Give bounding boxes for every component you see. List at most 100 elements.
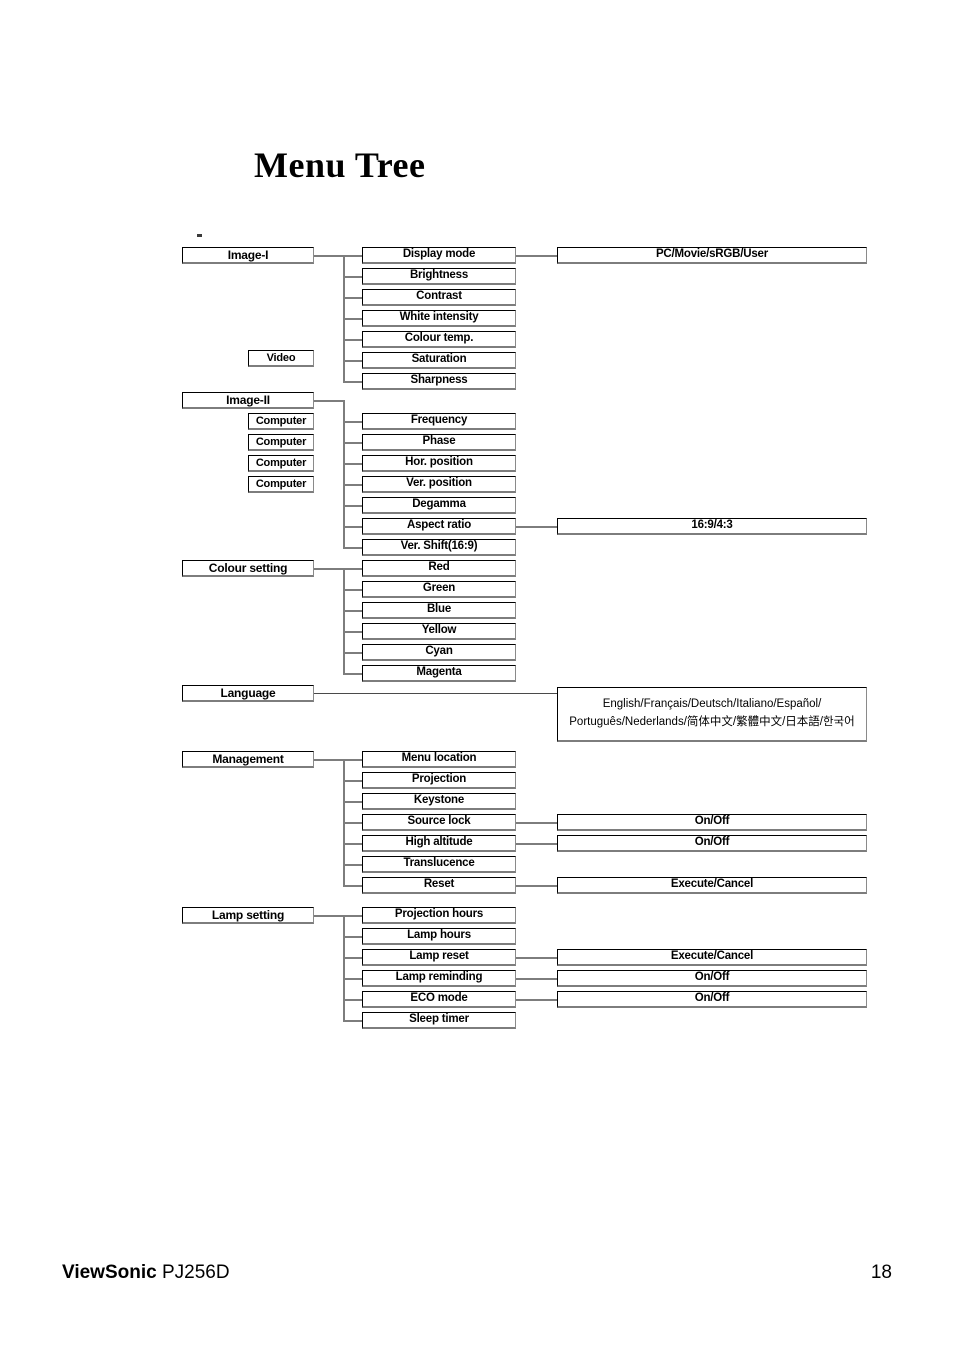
menu-item-eco-mode[interactable]: ECO mode bbox=[362, 991, 516, 1008]
connector-eco-mode-value bbox=[516, 999, 557, 1001]
connector-image-i-branch bbox=[343, 339, 362, 341]
menu-item-saturation[interactable]: Saturation bbox=[362, 352, 516, 369]
value-aspect-ratio-options[interactable]: 16:9/4:3 bbox=[557, 518, 867, 535]
connector-management-branch bbox=[343, 759, 362, 761]
node-language[interactable]: Language bbox=[182, 685, 314, 702]
connector-aspect-ratio-value bbox=[516, 526, 557, 528]
connector-lamp-setting-trunk bbox=[314, 915, 343, 917]
menu-item-ver-shift[interactable]: Ver. Shift(16:9) bbox=[362, 539, 516, 556]
connector-high-altitude-value bbox=[516, 843, 557, 845]
connector-colour-setting-branch bbox=[343, 589, 362, 591]
connector-colour-setting-branch bbox=[343, 631, 362, 633]
connector-image-ii-branch bbox=[343, 526, 362, 528]
connector-lamp-setting-branch bbox=[343, 978, 362, 980]
footer-brand-name: ViewSonic bbox=[62, 1262, 157, 1283]
menu-item-lamp-reminding[interactable]: Lamp reminding bbox=[362, 970, 516, 987]
connector-image-ii-branch bbox=[343, 421, 362, 423]
connector-management-branch bbox=[343, 843, 362, 845]
menu-item-projection[interactable]: Projection bbox=[362, 772, 516, 789]
value-lamp-reminding-options[interactable]: On/Off bbox=[557, 970, 867, 987]
connector-colour-setting-branch bbox=[343, 673, 362, 675]
node-image-i-source-video[interactable]: Video bbox=[248, 350, 314, 367]
connector-management-branch bbox=[343, 885, 362, 887]
connector-image-ii-branch bbox=[343, 484, 362, 486]
value-source-lock-options[interactable]: On/Off bbox=[557, 814, 867, 831]
node-lamp-setting[interactable]: Lamp setting bbox=[182, 907, 314, 924]
connector-lamp-setting-spine bbox=[343, 915, 345, 1020]
value-language-options[interactable]: English/Français/Deutsch/Italiano/Españo… bbox=[557, 687, 867, 742]
menu-item-colour-temp[interactable]: Colour temp. bbox=[362, 331, 516, 348]
menu-item-ver-position[interactable]: Ver. position bbox=[362, 476, 516, 493]
menu-item-white-intensity[interactable]: White intensity bbox=[362, 310, 516, 327]
connector-image-i-branch bbox=[343, 381, 362, 383]
connector-lamp-setting-branch bbox=[343, 1020, 362, 1022]
connector-image-ii-branch bbox=[343, 463, 362, 465]
connector-display-mode-value bbox=[516, 255, 557, 257]
connector-image-ii-branch bbox=[343, 547, 362, 549]
footer-model: PJ256D bbox=[161, 1262, 230, 1283]
value-reset-options[interactable]: Execute/Cancel bbox=[557, 877, 867, 894]
connector-image-i-branch bbox=[343, 360, 362, 362]
node-image-ii-source-computer-4[interactable]: Computer bbox=[248, 476, 314, 493]
connector-image-i-branch bbox=[343, 318, 362, 320]
menu-item-hor-position[interactable]: Hor. position bbox=[362, 455, 516, 472]
connector-lamp-setting-branch bbox=[343, 915, 362, 917]
connector-management-branch bbox=[343, 864, 362, 866]
connector-lamp-reset-value bbox=[516, 957, 557, 959]
value-lamp-reset-options[interactable]: Execute/Cancel bbox=[557, 949, 867, 966]
node-image-i[interactable]: Image-I bbox=[182, 247, 314, 264]
node-management[interactable]: Management bbox=[182, 751, 314, 768]
menu-item-red[interactable]: Red bbox=[362, 560, 516, 577]
language-line-2: Português/Nederlands/简体中文/繁體中文/日本語/한국어 bbox=[569, 716, 855, 728]
node-colour-setting[interactable]: Colour setting bbox=[182, 560, 314, 577]
connector-source-lock-value bbox=[516, 822, 557, 824]
connector-management-trunk bbox=[314, 759, 343, 761]
menu-item-reset[interactable]: Reset bbox=[362, 877, 516, 894]
connector-management-branch bbox=[343, 780, 362, 782]
menu-item-projection-hours[interactable]: Projection hours bbox=[362, 907, 516, 924]
connector-colour-setting-trunk bbox=[314, 568, 343, 570]
menu-item-lamp-reset[interactable]: Lamp reset bbox=[362, 949, 516, 966]
menu-item-keystone[interactable]: Keystone bbox=[362, 793, 516, 810]
value-high-altitude-options[interactable]: On/Off bbox=[557, 835, 867, 852]
menu-item-display-mode[interactable]: Display mode bbox=[362, 247, 516, 264]
node-image-ii[interactable]: Image-II bbox=[182, 392, 314, 409]
menu-item-contrast[interactable]: Contrast bbox=[362, 289, 516, 306]
node-image-ii-source-computer-1[interactable]: Computer bbox=[248, 413, 314, 430]
menu-item-cyan[interactable]: Cyan bbox=[362, 644, 516, 661]
value-display-mode-options[interactable]: PC/Movie/sRGB/User bbox=[557, 247, 867, 264]
menu-item-source-lock[interactable]: Source lock bbox=[362, 814, 516, 831]
connector-management-branch bbox=[343, 822, 362, 824]
connector-colour-setting-branch bbox=[343, 568, 362, 570]
menu-item-degamma[interactable]: Degamma bbox=[362, 497, 516, 514]
connector-image-i-branch bbox=[343, 276, 362, 278]
menu-item-menu-location[interactable]: Menu location bbox=[362, 751, 516, 768]
footer-page-number: 18 bbox=[870, 1262, 892, 1283]
menu-item-phase[interactable]: Phase bbox=[362, 434, 516, 451]
menu-item-sleep-timer[interactable]: Sleep timer bbox=[362, 1012, 516, 1029]
menu-item-high-altitude[interactable]: High altitude bbox=[362, 835, 516, 852]
connector-image-i-branch bbox=[343, 297, 362, 299]
menu-item-translucence[interactable]: Translucence bbox=[362, 856, 516, 873]
menu-item-frequency[interactable]: Frequency bbox=[362, 413, 516, 430]
connector-colour-setting-branch bbox=[343, 652, 362, 654]
menu-item-magenta[interactable]: Magenta bbox=[362, 665, 516, 682]
menu-item-blue[interactable]: Blue bbox=[362, 602, 516, 619]
connector-lamp-reminding-value bbox=[516, 978, 557, 980]
connector-image-i-trunk bbox=[314, 255, 343, 257]
connector-language-value bbox=[314, 693, 557, 694]
menu-item-green[interactable]: Green bbox=[362, 581, 516, 598]
node-image-ii-source-computer-2[interactable]: Computer bbox=[248, 434, 314, 451]
menu-item-lamp-hours[interactable]: Lamp hours bbox=[362, 928, 516, 945]
connector-image-ii-branch bbox=[343, 442, 362, 444]
connector-image-i-branch bbox=[343, 255, 362, 257]
language-line-1: English/Français/Deutsch/Italiano/Españo… bbox=[602, 698, 822, 711]
menu-item-brightness[interactable]: Brightness bbox=[362, 268, 516, 285]
menu-item-yellow[interactable]: Yellow bbox=[362, 623, 516, 640]
menu-item-aspect-ratio[interactable]: Aspect ratio bbox=[362, 518, 516, 535]
value-eco-mode-options[interactable]: On/Off bbox=[557, 991, 867, 1008]
node-image-ii-source-computer-3[interactable]: Computer bbox=[248, 455, 314, 472]
menu-item-sharpness[interactable]: Sharpness bbox=[362, 373, 516, 390]
connector-reset-value bbox=[516, 885, 557, 887]
footer-brand: ViewSonic PJ256D bbox=[62, 1262, 230, 1284]
